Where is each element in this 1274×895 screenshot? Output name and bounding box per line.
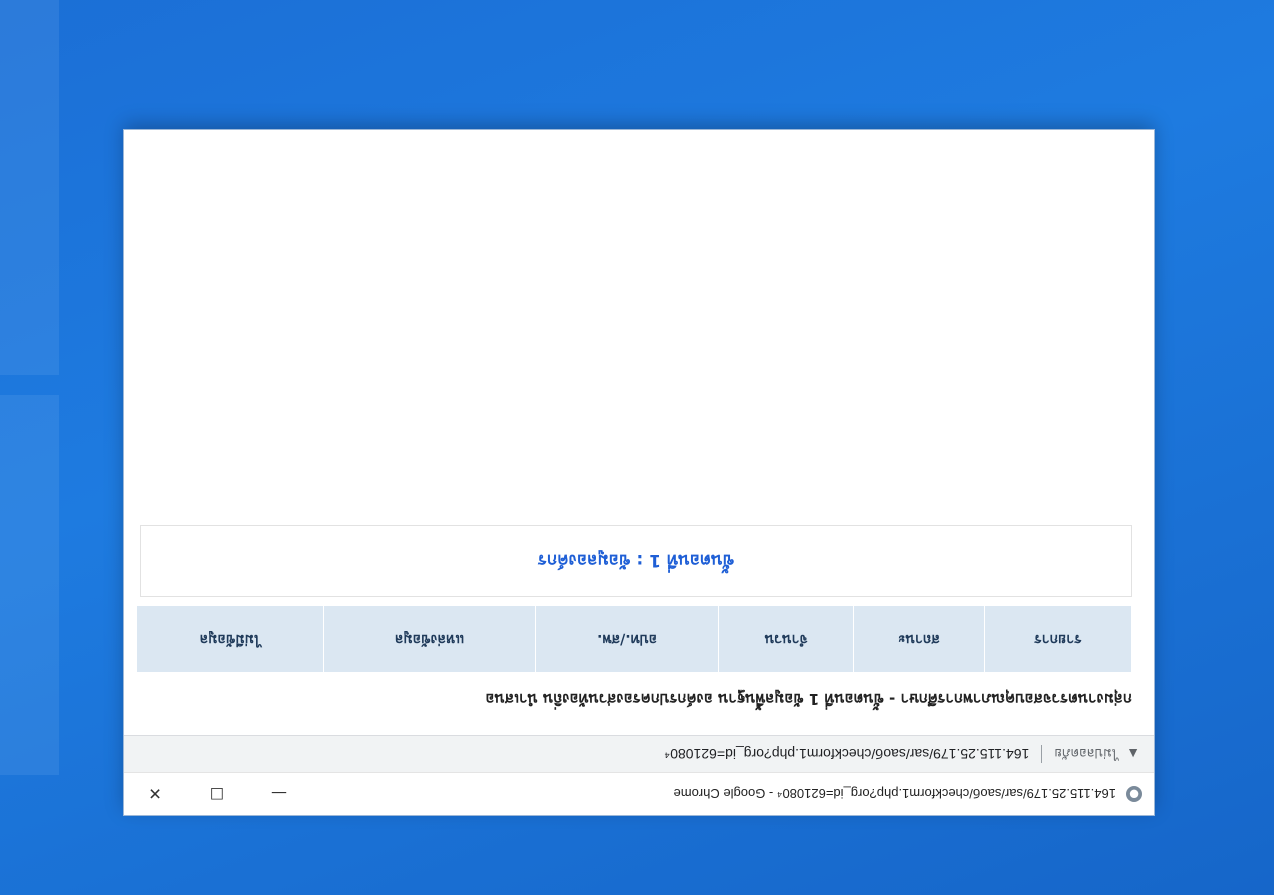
maximize-button[interactable]: ☐ bbox=[186, 773, 248, 815]
close-button[interactable]: ✕ bbox=[124, 773, 186, 815]
section-box: ขั้นตอนที่ 1 : ข้อมูลองค์กร bbox=[140, 525, 1132, 597]
window-title: 164.115.25.179/sar/saoб/checkform1.php?o… bbox=[673, 786, 1116, 802]
section-title: ขั้นตอนที่ 1 : ข้อมูลองค์กร bbox=[537, 550, 735, 571]
photographed-screen: ● 164.115.25.179/sar/saoб/checkform1.php… bbox=[0, 0, 1274, 895]
warning-icon[interactable]: ▲ bbox=[1126, 746, 1140, 762]
desktop-wallpaper-pane bbox=[0, 0, 59, 375]
page-content: กลุ่มงานตรวจสอบคุณภาพการศึกษา - ขั้นตอนท… bbox=[124, 511, 1154, 735]
page-title: กลุ่มงานตรวจสอบคุณภาพการศึกษา - ขั้นตอนท… bbox=[485, 690, 1132, 708]
minimize-button[interactable]: — bbox=[248, 773, 310, 815]
nav-tab-table: รายการ สถานะ จำนวน อปท./สพ. แหล่งข้อมูล … bbox=[136, 605, 1132, 673]
tab-status[interactable]: สถานะ bbox=[853, 605, 985, 673]
address-separator bbox=[1041, 745, 1043, 763]
tab-items[interactable]: รายการ bbox=[984, 605, 1132, 673]
tab-no-data[interactable]: ไม่มีข้อมูล bbox=[136, 605, 324, 673]
desktop-wallpaper-pane bbox=[0, 395, 59, 775]
tab-org[interactable]: อปท./สพ. bbox=[535, 605, 719, 673]
globe-icon: ● bbox=[1126, 786, 1142, 802]
tab-count[interactable]: จำนวน bbox=[718, 605, 854, 673]
not-secure-label[interactable]: ไม่ปลอดภัย bbox=[1054, 744, 1118, 765]
browser-window: ● 164.115.25.179/sar/saoб/checkform1.php… bbox=[124, 130, 1154, 815]
tab-source[interactable]: แหล่งข้อมูล bbox=[324, 605, 536, 673]
address-bar[interactable]: ▲ ไม่ปลอดภัย 164.115.25.179/sar/saoб/che… bbox=[124, 735, 1154, 772]
title-bar: ● 164.115.25.179/sar/saoб/checkform1.php… bbox=[124, 772, 1154, 815]
url-field[interactable]: 164.115.25.179/sar/saoб/checkform1.php?o… bbox=[664, 746, 1029, 762]
